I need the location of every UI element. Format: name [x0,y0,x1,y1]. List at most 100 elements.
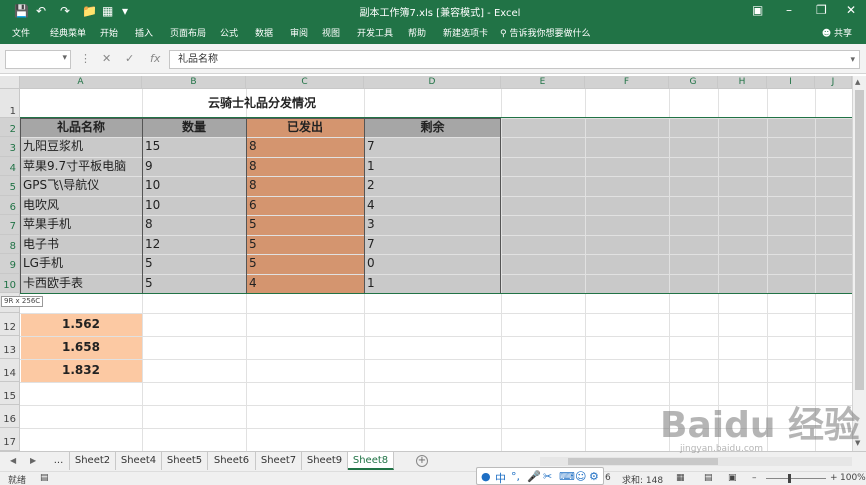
row-header-14[interactable]: 14 [0,359,20,382]
table-cell[interactable]: 3 [364,215,501,235]
tab-page-layout[interactable]: 页面布局 [170,26,206,39]
scroll-up-icon[interactable]: ▲ [855,78,860,86]
undo-icon[interactable]: ↶ [36,3,46,19]
table-cell[interactable]: GPS飞\导航仪 [20,176,142,196]
table-cell[interactable]: 8 [246,137,364,157]
ime-keyboard-icon[interactable]: ⌨ [559,470,575,483]
row-header-5[interactable]: 5 [0,176,20,196]
open-folder-icon[interactable]: 📁 [82,3,97,19]
customize-toolbar-icon[interactable]: ▾ [122,3,128,19]
table-cell[interactable]: 电子书 [20,235,142,254]
col-header-i[interactable]: I [767,76,815,89]
table-cell[interactable]: 5 [246,215,364,235]
col-header-f[interactable]: F [585,76,669,89]
chevron-down-icon[interactable]: ▾ [62,53,67,63]
table-header-cell[interactable]: 数量 [142,118,246,137]
cancel-icon[interactable]: ✕ [102,52,111,65]
scrollbar-thumb[interactable] [855,90,864,390]
table-cell[interactable]: 7 [364,235,501,254]
ime-logo-icon[interactable]: ● [481,470,491,483]
table-cell[interactable]: 5 [142,254,246,274]
select-all-corner[interactable] [0,76,20,89]
tab-view[interactable]: 视图 [322,26,340,39]
table-cell[interactable]: 15 [142,137,246,157]
tab-insert[interactable]: 插入 [135,26,153,39]
next-sheet-icon[interactable]: ▶ [30,456,36,465]
ime-punctuation-icon[interactable]: °, [511,470,520,483]
add-sheet-icon[interactable]: + [416,455,428,467]
redo-icon[interactable]: ↷ [60,3,70,19]
zoom-slider-thumb[interactable] [788,474,791,483]
row-header-8[interactable]: 8 [0,235,20,254]
row-header-4[interactable]: 4 [0,157,20,176]
table-cell[interactable]: 0 [364,254,501,274]
tab-formulas[interactable]: 公式 [220,26,238,39]
row-header-12[interactable]: 12 [0,313,20,336]
col-header-h[interactable]: H [718,76,767,89]
sheet-tab[interactable]: Sheet5 [162,452,208,470]
table-cell[interactable]: 9 [142,157,246,176]
print-preview-icon[interactable]: ▦ [102,3,113,19]
page-break-view-icon[interactable]: ▣ [728,473,737,483]
ribbon-display-icon[interactable]: ▣ [752,2,763,18]
col-header-a[interactable]: A [20,76,142,89]
expand-formula-icon[interactable]: ▾ [850,52,855,69]
table-cell[interactable]: 8 [246,176,364,196]
table-cell[interactable]: 10 [142,176,246,196]
row-header-7[interactable]: 7 [0,215,20,235]
sheet-tab[interactable]: Sheet2 [70,452,116,470]
sheet-tab[interactable]: Sheet4 [116,452,162,470]
table-cell[interactable]: 1 [364,274,501,293]
share-button[interactable]: ☻ 共享 [822,26,852,39]
tab-review[interactable]: 审阅 [290,26,308,39]
zoom-in-icon[interactable]: + [830,473,838,483]
row-header-2[interactable]: 2 [0,118,20,137]
table-cell[interactable]: 6 [246,196,364,215]
sheet-tab[interactable]: Sheet9 [302,452,348,470]
table-cell[interactable]: 10 [142,196,246,215]
ime-toolbar[interactable]: ● 中 °, 🎤 ✂ ⌨ ☺ ⚙ [476,467,604,485]
row-header-1[interactable]: 1 [0,89,20,118]
col-header-b[interactable]: B [142,76,246,89]
tab-new-tab[interactable]: 新建选项卡 [443,26,488,39]
close-icon[interactable]: ✕ [846,2,856,18]
value-cell[interactable]: 1.658 [20,336,142,359]
sheet-tab-active[interactable]: Sheet8 [348,452,394,470]
tab-data[interactable]: 数据 [255,26,273,39]
col-header-j[interactable]: J [815,76,852,89]
tab-file[interactable]: 文件 [12,26,30,39]
macro-record-icon[interactable]: ▤ [40,473,49,483]
ime-microphone-icon[interactable]: 🎤 [527,470,541,483]
table-header-cell[interactable]: 礼品名称 [20,118,142,137]
table-cell[interactable]: 4 [364,196,501,215]
minimize-icon[interactable]: – [786,2,792,18]
col-header-d[interactable]: D [364,76,501,89]
tab-developer[interactable]: 开发工具 [357,26,393,39]
sheet-tab-more[interactable]: ... [48,452,70,470]
ime-tools-icon[interactable]: ✂ [543,470,552,483]
normal-view-icon[interactable]: ▦ [676,473,685,483]
table-cell[interactable]: 5 [246,254,364,274]
table-cell[interactable]: 5 [142,274,246,293]
ime-skin-icon[interactable]: ☺ [575,470,586,483]
table-cell[interactable]: 8 [246,157,364,176]
table-cell[interactable]: 1 [364,157,501,176]
col-header-g[interactable]: G [669,76,718,89]
page-layout-view-icon[interactable]: ▤ [704,473,713,483]
table-cell[interactable]: 卡西欧手表 [20,274,142,293]
row-header-6[interactable]: 6 [0,196,20,215]
save-icon[interactable]: 💾 [14,3,29,19]
name-box[interactable]: ▾ [5,50,71,69]
table-cell[interactable]: 4 [246,274,364,293]
table-cell[interactable]: 电吹风 [20,196,142,215]
table-cell[interactable]: 九阳豆浆机 [20,137,142,157]
table-cell[interactable]: 苹果手机 [20,215,142,235]
enter-check-icon[interactable]: ✓ [125,52,134,65]
row-header-15[interactable]: 15 [0,382,20,405]
sheet-tab[interactable]: Sheet7 [256,452,302,470]
row-header-9[interactable]: 9 [0,254,20,274]
tab-home[interactable]: 开始 [100,26,118,39]
sheet-tab[interactable]: Sheet6 [208,452,256,470]
zoom-slider[interactable] [766,478,826,479]
restore-icon[interactable]: ❐ [816,2,827,18]
